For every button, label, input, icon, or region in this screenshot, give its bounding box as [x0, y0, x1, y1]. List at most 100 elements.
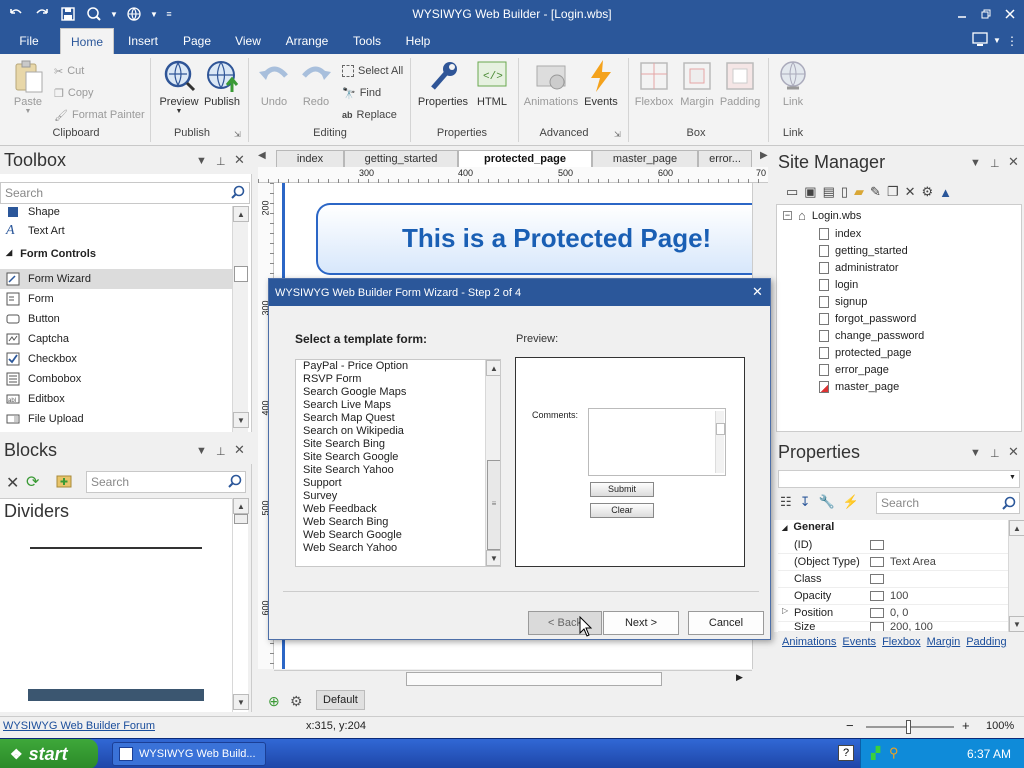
select-all-button[interactable]: Select All	[342, 62, 403, 80]
pin-icon[interactable]: ⊥	[990, 157, 1000, 170]
doc-tab-index[interactable]: index	[276, 150, 344, 167]
refresh-icon[interactable]: ⟳	[26, 472, 39, 492]
list-item[interactable]: Site Search Bing	[296, 438, 486, 451]
find-button[interactable]: 🔭 Find	[342, 84, 381, 102]
margin-link[interactable]: Margin	[927, 636, 961, 648]
redo-button[interactable]: Redo	[296, 58, 336, 108]
doc-tab-getting-started[interactable]: getting_started	[344, 150, 458, 167]
property-group-general[interactable]: ◢ General	[782, 521, 834, 533]
toolbox-item-checkbox[interactable]: Checkbox	[0, 349, 232, 369]
events-link[interactable]: Events	[842, 636, 876, 648]
toolbox-item-shape[interactable]: Shape	[0, 202, 232, 222]
scroll-thumb[interactable]	[234, 266, 248, 282]
copy-page-icon[interactable]: ❐	[887, 184, 899, 200]
close-icon[interactable]: ✕	[234, 442, 245, 458]
tab-file[interactable]: File	[10, 28, 48, 54]
categorized-icon[interactable]: ☷	[780, 494, 792, 510]
page-settings-icon[interactable]: ⚙	[290, 693, 303, 710]
scroll-down-icon[interactable]: ▼	[486, 550, 500, 566]
pin-icon[interactable]: ⊥	[216, 445, 226, 458]
page-properties-icon[interactable]: ▤	[823, 184, 835, 200]
list-item[interactable]: Site Search Google	[296, 451, 486, 464]
padding-button[interactable]: Padding	[718, 58, 762, 108]
network-icon[interactable]: ▞	[871, 746, 880, 760]
site-settings-icon[interactable]: ⚙	[922, 184, 934, 200]
divider-block-preview[interactable]	[30, 547, 202, 549]
add-page-icon[interactable]: ⊕	[268, 693, 280, 710]
dialog-close-icon[interactable]: ✕	[752, 284, 763, 300]
close-icon[interactable]: ✕	[1008, 154, 1019, 170]
site-tree-root[interactable]: − ⌂ Login.wbs	[783, 207, 861, 224]
pin-icon[interactable]: ⊥	[216, 155, 226, 168]
minimize-button[interactable]	[952, 4, 972, 24]
events-button[interactable]: Events	[582, 58, 620, 108]
site-page-item[interactable]: protected_page	[819, 344, 911, 361]
list-item[interactable]: Support	[296, 477, 486, 490]
sort-alpha-icon[interactable]: ↧	[800, 494, 811, 510]
scroll-thumb[interactable]	[406, 672, 662, 686]
property-row-size[interactable]: Size 200, 100	[778, 622, 1008, 632]
new-page-icon[interactable]: ▭	[786, 184, 798, 200]
properties-button[interactable]: Properties	[416, 58, 470, 108]
wrench-icon[interactable]: 🔧	[819, 494, 835, 510]
scroll-up-icon[interactable]: ▲	[486, 360, 500, 376]
chevron-down-icon[interactable]: ▼	[993, 36, 1001, 45]
padding-link[interactable]: Padding	[966, 636, 1006, 648]
tab-scroll-right-icon[interactable]: ▶	[760, 150, 768, 161]
scroll-up-icon[interactable]: ▲	[1009, 520, 1024, 536]
property-row-position[interactable]: Position 0, 0	[778, 605, 1008, 622]
list-item[interactable]: Web Feedback	[296, 503, 486, 516]
tab-arrange[interactable]: Arrange	[282, 28, 332, 54]
chevron-down-icon[interactable]: ▼	[970, 447, 981, 459]
dialog-launcher-icon[interactable]: ⇲	[234, 130, 241, 139]
copy-button[interactable]: ❐ Copy	[54, 84, 94, 102]
zoom-out-icon[interactable]: −	[846, 718, 854, 733]
object-selector[interactable]: ▼	[778, 470, 1020, 488]
properties-search-input[interactable]: Search	[876, 492, 1020, 514]
properties-scrollbar[interactable]: ▲ ▼	[1008, 520, 1024, 632]
flexbox-link[interactable]: Flexbox	[882, 636, 921, 648]
toolbox-item-combobox[interactable]: Combobox	[0, 369, 232, 389]
paste-button[interactable]: Paste ▼	[8, 58, 48, 115]
scroll-down-icon[interactable]: ▼	[233, 694, 249, 710]
site-page-item[interactable]: master_page	[819, 378, 899, 395]
list-item[interactable]: PayPal - Price Option	[296, 360, 486, 373]
html-button[interactable]: </> HTML	[472, 58, 512, 108]
search-icon[interactable]	[228, 474, 242, 488]
cut-button[interactable]: ✂ Cut	[54, 62, 84, 80]
property-row-class[interactable]: Class	[778, 571, 1008, 588]
search-icon[interactable]: ⚲	[889, 745, 899, 761]
undo-button[interactable]: Undo	[254, 58, 294, 108]
scroll-up-icon[interactable]: ▲	[233, 206, 249, 222]
doc-tab-protected-page[interactable]: protected_page	[458, 150, 592, 167]
doc-tab-master-page[interactable]: master_page	[592, 150, 698, 167]
heading-banner[interactable]: This is a Protected Page!	[316, 203, 754, 275]
margin-button[interactable]: Margin	[676, 58, 718, 108]
link-button[interactable]: Link	[772, 58, 814, 108]
add-block-icon[interactable]	[56, 474, 72, 488]
publish-button[interactable]: Publish	[202, 58, 242, 108]
site-page-item[interactable]: signup	[819, 293, 867, 310]
toolbox-item-text-art[interactable]: A Text Art	[0, 221, 232, 241]
move-up-icon[interactable]: ▲	[939, 185, 952, 200]
close-icon[interactable]: ✕	[1008, 444, 1019, 460]
toolbox-item-form-wizard[interactable]: Form Wizard	[0, 269, 232, 289]
site-page-item[interactable]: change_password	[819, 327, 924, 344]
site-page-item[interactable]: administrator	[819, 259, 899, 276]
tab-scroll-left-icon[interactable]: ◀	[258, 150, 266, 161]
tab-home[interactable]: Home	[60, 28, 114, 54]
replace-button[interactable]: ab Replace	[342, 106, 397, 124]
divider-block-preview[interactable]	[28, 689, 204, 701]
toolbox-item-file-upload[interactable]: File Upload	[0, 409, 232, 429]
zoom-slider[interactable]	[866, 720, 954, 734]
tab-view[interactable]: View	[230, 28, 266, 54]
zoom-in-icon[interactable]: +	[962, 718, 970, 733]
list-item[interactable]: Search Map Quest	[296, 412, 486, 425]
toolbox-item-button[interactable]: Button	[0, 309, 232, 329]
help-icon[interactable]: ?	[838, 745, 854, 761]
toolbox-item-captcha[interactable]: Captcha	[0, 329, 232, 349]
scroll-thumb[interactable]: ≡	[487, 460, 500, 550]
blocks-scrollbar[interactable]: ▲ ▼	[232, 498, 249, 712]
scroll-down-icon[interactable]: ▼	[233, 412, 249, 428]
animations-link[interactable]: Animations	[782, 636, 836, 648]
